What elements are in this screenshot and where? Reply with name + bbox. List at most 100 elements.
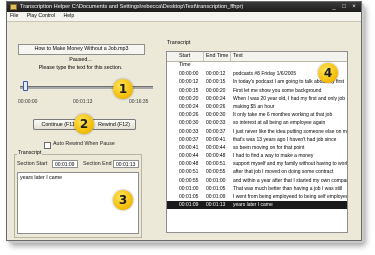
playback-slider-thumb[interactable] (22, 81, 28, 91)
table-row[interactable]: 00:00:55 00:01:00 and within a year after … (167, 177, 347, 185)
column-end-time[interactable]: End Time (204, 52, 231, 61)
cell-end-time: 00:00:33 (206, 120, 226, 127)
table-row[interactable]: 00:01:00 00:01:05 That was much better tha… (167, 185, 347, 193)
cell-end-time: 00:00:12 (206, 71, 226, 78)
transcript-group-label: Transcript (17, 150, 43, 156)
callout-4: 4 (318, 63, 338, 83)
cell-text: support myself and my family without hav… (233, 161, 348, 168)
maximize-button[interactable]: □ (339, 3, 349, 11)
auto-rewind-checkbox[interactable] (44, 142, 51, 149)
cell-start-time: 00:00:41 (179, 144, 199, 151)
cell-start-time: 00:01:09 (179, 202, 199, 209)
cell-start-time: 00:01:00 (179, 185, 199, 192)
table-row[interactable]: 00:00:15 00:00:20 First let me show you so… (167, 87, 347, 95)
close-button[interactable]: × (349, 3, 359, 11)
cell-start-time: 00:00:26 (179, 112, 199, 119)
section-start-field[interactable]: 00:01:09 (52, 160, 78, 168)
cell-start-time: 00:00:30 (179, 120, 199, 127)
cell-end-time: 00:00:30 (206, 112, 226, 119)
cell-text: and within a year after that I started m… (233, 177, 348, 184)
table-header: Start Time End Time Text (167, 52, 347, 68)
cell-start-time: 00:00:24 (179, 103, 199, 110)
status-text: Paused... (69, 57, 92, 63)
cell-end-time: 00:00:48 (206, 153, 226, 160)
cell-end-time: 00:01:00 (206, 177, 226, 184)
table-row[interactable]: 00:00:41 00:00:44 so been moving on for th… (167, 144, 347, 152)
cell-end-time: 00:00:20 (206, 87, 226, 94)
minimize-button[interactable]: _ (329, 3, 339, 11)
section-end-label: Section End (83, 161, 112, 167)
table-row[interactable]: 00:00:24 00:00:26 making $5 an hour (167, 103, 347, 111)
table-row[interactable] (167, 209, 347, 217)
column-text[interactable]: Text (231, 52, 347, 61)
table-row[interactable]: 00:00:44 00:00:48 I had to find a way to m… (167, 152, 347, 160)
auto-rewind-label: Auto Rewind When Pause (53, 141, 115, 147)
cell-text: that's was 13 years ago I haven't had jo… (233, 136, 337, 143)
table-row[interactable]: 00:01:05 00:01:09 I went from being employ… (167, 193, 347, 201)
cell-text: I had to find a way to make a money (233, 153, 314, 160)
cell-text: I just never like the idea putting someo… (233, 128, 348, 135)
table-row[interactable]: 00:00:48 00:00:51 support myself and my fa… (167, 160, 347, 168)
cell-end-time: 00:00:44 (206, 144, 226, 151)
cell-start-time: 00:00:20 (179, 95, 199, 102)
section-start-label: Section Start (17, 161, 48, 167)
menu-play-control[interactable]: Play Control (27, 13, 55, 19)
menu-bar: File Play Control Help (7, 12, 361, 22)
cell-text: so interest at all being an employee aga… (233, 120, 326, 127)
cell-text: so been moving on for that point (233, 144, 305, 151)
cell-end-time: 00:01:05 (206, 185, 226, 192)
cell-text: First let me show you some background (233, 87, 322, 94)
callout-1: 1 (113, 79, 133, 99)
time-end: 00:16:35 (129, 99, 149, 105)
table-row[interactable]: 00:00:26 00:00:30 It only take me 6 monthe… (167, 111, 347, 119)
cell-text: That was much better than having a job I… (233, 185, 343, 192)
prompt-text: Please type the text for this section. (38, 65, 123, 71)
cell-end-time: 00:01:09 (206, 194, 226, 200)
rewind-button[interactable]: Rewind (F12) (92, 119, 136, 130)
cell-end-time: 00:00:24 (206, 95, 226, 102)
cell-end-time: 00:00:37 (206, 128, 226, 135)
cell-end-time: 00:00:51 (206, 161, 226, 168)
app-icon (10, 4, 17, 10)
title-bar[interactable]: Transcription Helper C:\Documents and Se… (7, 2, 361, 12)
cell-start-time: 00:00:37 (179, 136, 199, 143)
table-row[interactable]: 00:00:20 00:00:24 When I was 20 year old, … (167, 95, 347, 103)
callout-2: 2 (74, 114, 94, 134)
cell-start-time: 00:00:33 (179, 128, 199, 135)
cell-text: When I was 20 year old, I had my first a… (233, 95, 345, 102)
menu-file[interactable]: File (10, 13, 18, 19)
time-start: 00:00:00 (18, 99, 38, 105)
table-row[interactable]: 00:00:33 00:00:37 I just never like the id… (167, 128, 347, 136)
table-body: 00:00:00 00:00:12 podcasts #8 Friday 1/6/2… (167, 62, 347, 218)
cell-start-time: 00:00:55 (179, 177, 199, 184)
time-current: 00:01:13 (73, 99, 93, 105)
cell-start-time: 00:00:15 (179, 87, 199, 94)
table-row[interactable]: 00:00:30 00:00:33 so interest at all being… (167, 119, 347, 127)
cell-end-time: 00:00:26 (206, 103, 226, 110)
callout-3: 3 (113, 190, 133, 210)
cell-text: I went from being employeed to being sel… (233, 194, 348, 200)
table-row[interactable]: 00:00:51 00:00:55 after that job I moved o… (167, 168, 347, 176)
cell-end-time: 00:00:55 (206, 169, 226, 176)
cell-start-time: 00:00:51 (179, 169, 199, 176)
cell-end-time: 00:01:13 (206, 202, 226, 209)
cell-text: making $5 an hour (233, 103, 275, 110)
transcript-table-label: Transcript (167, 40, 191, 46)
table-row[interactable]: 00:01:09 00:01:13 years later I came (167, 201, 347, 210)
cell-text: after that job I moved on doing some con… (233, 169, 334, 176)
column-start-time[interactable]: Start Time (177, 52, 204, 68)
cell-start-time: 00:00:48 (179, 161, 199, 168)
table-row[interactable]: 00:00:37 00:00:41 that's was 13 years ago … (167, 136, 347, 144)
cell-end-time: 00:00:15 (206, 79, 226, 86)
cell-start-time: 00:00:00 (179, 71, 199, 78)
cell-end-time: 00:00:41 (206, 136, 226, 143)
cell-start-time: 00:00:44 (179, 153, 199, 160)
section-end-field[interactable]: 00:01:13 (113, 160, 139, 168)
cell-text: years later I came (233, 202, 273, 209)
file-name-label: How to Make Money Without a Job.mp3 (18, 44, 145, 55)
cell-start-time: 00:00:12 (179, 79, 199, 86)
cell-text: It only take me 6 monthes working at tha… (233, 112, 333, 119)
menu-help[interactable]: Help (64, 13, 75, 19)
playback-slider-track[interactable] (20, 86, 153, 89)
window-title: Transcription Helper C:\Documents and Se… (20, 4, 244, 10)
